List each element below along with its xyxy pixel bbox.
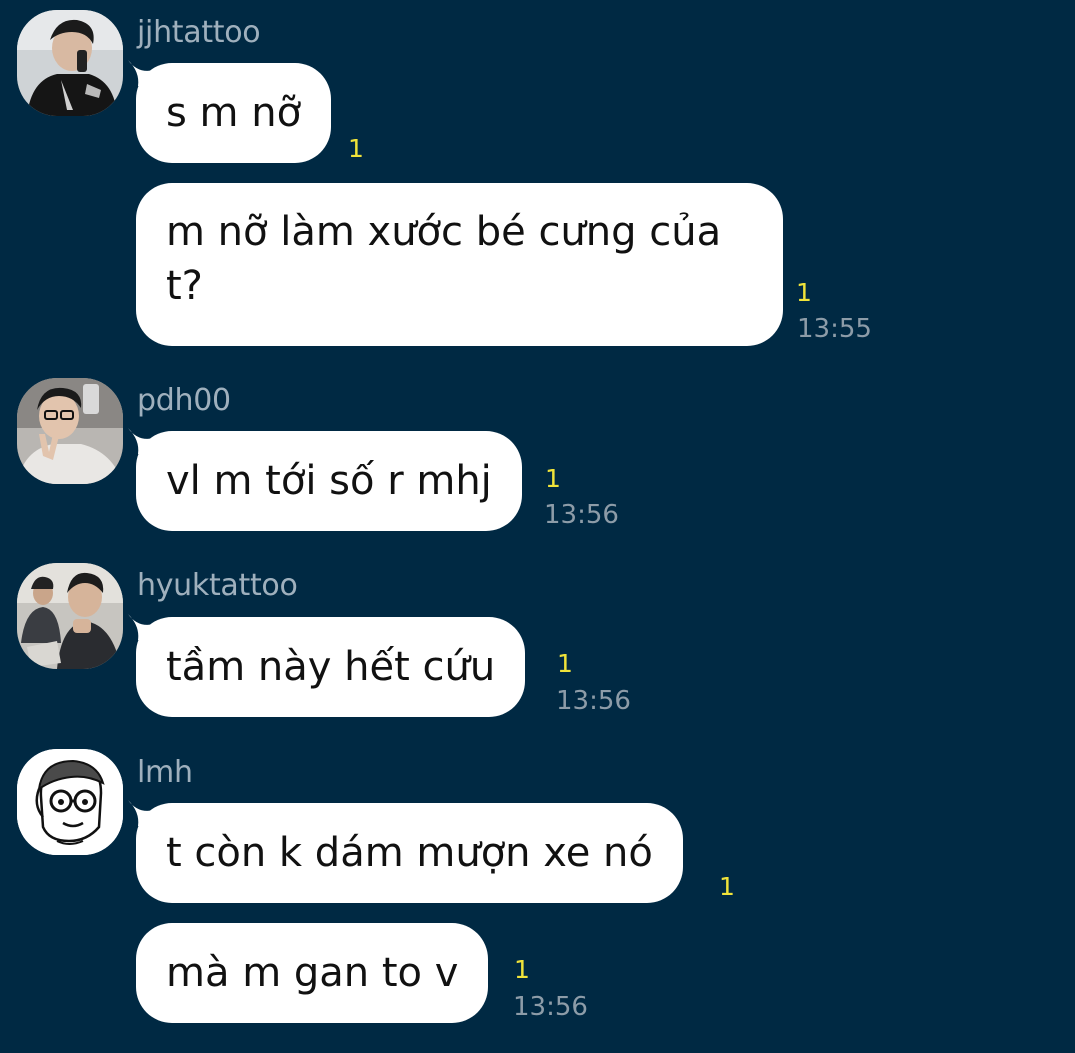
message-bubble[interactable]: vl m tới số r mhj xyxy=(136,431,522,531)
message-text: m nỡ làm xước bé cưng của t? xyxy=(166,209,722,309)
unread-count: 1 xyxy=(514,955,530,984)
sender-name: hyuktattoo xyxy=(137,568,298,603)
message-time: 13:56 xyxy=(556,686,631,716)
unread-count: 1 xyxy=(796,278,812,307)
message-text: vl m tới số r mhj xyxy=(166,458,492,504)
message-bubble[interactable]: tầm này hết cứu xyxy=(136,617,526,717)
message-time: 13:56 xyxy=(544,500,619,530)
unread-count: 1 xyxy=(557,649,573,678)
message-bubble[interactable]: t còn k dám mượn xe nó xyxy=(136,803,683,903)
message-time: 13:55 xyxy=(797,314,872,344)
avatar-lmh-cartoon xyxy=(17,749,123,855)
message-time: 13:56 xyxy=(513,992,588,1022)
message-bubble[interactable]: m nỡ làm xước bé cưng của t? xyxy=(136,183,783,346)
message-bubble[interactable]: mà m gan to v xyxy=(136,923,489,1023)
avatar-hyuktattoo-photo xyxy=(17,563,123,669)
sender-name: pdh00 xyxy=(137,383,231,418)
message-bubble[interactable]: s m nỡ xyxy=(136,63,332,163)
message-text: t còn k dám mượn xe nó xyxy=(166,830,653,876)
avatar-jjhtattoo-photo xyxy=(17,10,123,116)
avatar-hyuktattoo[interactable] xyxy=(17,563,123,669)
sender-name: jjhtattoo xyxy=(137,15,261,50)
avatar-lmh[interactable] xyxy=(17,749,123,855)
avatar-pdh00-photo xyxy=(17,378,123,484)
avatar-jjhtattoo[interactable] xyxy=(17,10,123,116)
message-text: tầm này hết cứu xyxy=(166,644,496,690)
avatar-pdh00[interactable] xyxy=(17,378,123,484)
message-text: s m nỡ xyxy=(166,90,302,136)
message-text: mà m gan to v xyxy=(166,950,459,996)
unread-count: 1 xyxy=(719,872,735,901)
unread-count: 1 xyxy=(348,134,364,163)
unread-count: 1 xyxy=(545,464,561,493)
sender-name: lmh xyxy=(137,755,193,790)
